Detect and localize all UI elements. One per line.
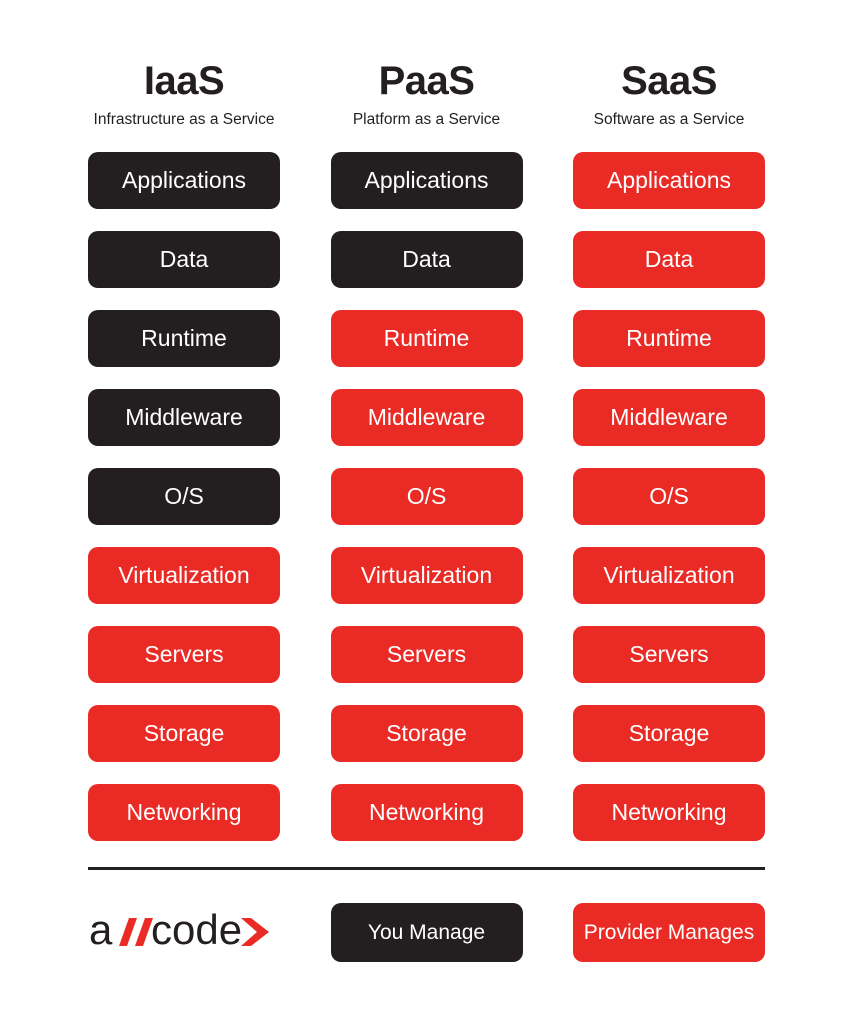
stack-cell-paas: Data — [330, 231, 523, 288]
legend-footer: a code You Manage Provider Manages — [88, 902, 765, 962]
stack-row: Networking Networking Networking — [88, 784, 765, 841]
stack-cell-iaas: Data — [88, 231, 280, 288]
legend-provider-manages: Provider Manages — [573, 902, 765, 962]
stack-row: Middleware Middleware Middleware — [88, 389, 765, 446]
column-title-saas: SaaS — [621, 59, 717, 103]
legend-you-manage: You Manage — [330, 902, 523, 962]
stack-row: O/S O/S O/S — [88, 468, 765, 525]
column-headers: IaaS Infrastructure as a Service PaaS Pl… — [88, 58, 765, 130]
stack-cell-iaas: Runtime — [88, 310, 280, 367]
stack-cell-saas: O/S — [573, 468, 765, 525]
stack-cell-saas: Networking — [573, 784, 765, 841]
stack-cell-iaas: Virtualization — [88, 547, 280, 604]
stack-cell-saas: Servers — [573, 626, 765, 683]
stack-cell-paas: Networking — [330, 784, 523, 841]
stack-cell-iaas: Applications — [88, 152, 280, 209]
stack-cell-iaas: Storage — [88, 705, 280, 762]
column-title-iaas: IaaS — [143, 59, 225, 103]
stack-cell-iaas: O/S — [88, 468, 280, 525]
stack-row: Data Data Data — [88, 231, 765, 288]
column-subtitle-saas: Software as a Service — [593, 111, 745, 128]
stack-cell-saas: Data — [573, 231, 765, 288]
stack-cell-iaas: Servers — [88, 626, 280, 683]
stack-cell-saas: Runtime — [573, 310, 765, 367]
column-header-iaas: IaaS Infrastructure as a Service — [88, 58, 280, 130]
stack-cell-saas: Applications — [573, 152, 765, 209]
svg-text:code: code — [151, 908, 242, 953]
column-title-paas: PaaS — [378, 59, 475, 103]
responsibility-stack-grid: Applications Applications Applications Data… — [88, 152, 765, 863]
stack-cell-saas: Middleware — [573, 389, 765, 446]
stack-row: Applications Applications Applications — [88, 152, 765, 209]
allcode-logo: a code — [88, 908, 280, 956]
stack-cell-paas: Runtime — [330, 310, 523, 367]
column-header-saas: SaaS Software as a Service — [573, 58, 765, 130]
logo-slot: a code — [88, 902, 280, 962]
legend-provider-manages-slot: Provider Manages — [573, 902, 765, 962]
footer-divider — [88, 867, 765, 870]
stack-cell-paas: Virtualization — [330, 547, 523, 604]
stack-cell-saas: Storage — [573, 705, 765, 762]
stack-cell-iaas: Middleware — [88, 389, 280, 446]
stack-cell-saas: Virtualization — [573, 547, 765, 604]
legend-you-manage-slot: You Manage — [330, 902, 523, 962]
stack-cell-iaas: Networking — [88, 784, 280, 841]
column-subtitle-paas: Platform as a Service — [352, 111, 501, 128]
stack-cell-paas: Middleware — [330, 389, 523, 446]
stack-row: Servers Servers Servers — [88, 626, 765, 683]
stack-row: Storage Storage Storage — [88, 705, 765, 762]
allcode-logo-icon: a code — [89, 908, 269, 953]
stack-row: Runtime Runtime Runtime — [88, 310, 765, 367]
stack-cell-paas: Servers — [330, 626, 523, 683]
stack-row: Virtualization Virtualization Virtualizati… — [88, 547, 765, 604]
stack-cell-paas: Storage — [330, 705, 523, 762]
stack-cell-paas: Applications — [330, 152, 523, 209]
stack-cell-paas: O/S — [330, 468, 523, 525]
column-header-paas: PaaS Platform as a Service — [331, 58, 523, 130]
infographic-page: IaaS Infrastructure as a Service PaaS Pl… — [0, 0, 853, 1024]
column-subtitle-iaas: Infrastructure as a Service — [93, 111, 275, 128]
svg-text:a: a — [89, 908, 113, 953]
